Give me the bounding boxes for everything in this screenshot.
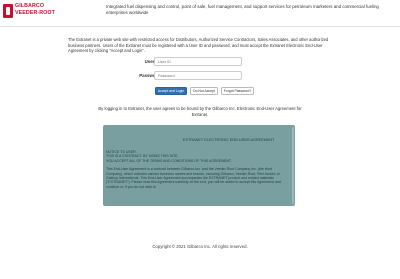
agreement-notice: By logging in to Extranet, the user agre… <box>98 106 302 117</box>
eula-paragraph: This End-User Agreement is a contract be… <box>106 167 281 189</box>
password-input[interactable] <box>154 71 242 80</box>
userid-label: User ID <box>144 59 160 64</box>
eula-notice: NOTICE TO USER: THIS IS A CONTRACT. BY U… <box>106 150 286 163</box>
logo-line-2: VEEDER-ROOT <box>15 9 55 16</box>
password-label: Password <box>139 73 160 78</box>
userid-row: User ID <box>0 57 400 67</box>
copyright-footer: Copyright © 2021 Gilbarco Inc. All right… <box>152 244 248 249</box>
logo-icon <box>3 4 13 18</box>
intro-text: The Extranet is a private web site with … <box>68 37 329 54</box>
do-not-accept-button[interactable]: Do Not Accept <box>190 87 218 95</box>
eula-textbox[interactable]: EXTRANET ELECTRONIC END-USER AGREEMENT N… <box>103 125 295 206</box>
eula-body: NOTICE TO USER: THIS IS A CONTRACT. BY U… <box>106 150 286 193</box>
eula-title: EXTRANET ELECTRONIC END-USER AGREEMENT <box>183 138 275 142</box>
gilbarco-logo[interactable]: GILBARCO VEEDER-ROOT <box>3 3 61 21</box>
eula-notice-line-1: NOTICE TO USER: <box>106 150 137 154</box>
eula-notice-line-3: YOU ACCEPT ALL OF THE TERMS AND CONDITIO… <box>106 158 232 163</box>
forgot-password-button[interactable]: Forgot Password? <box>221 87 254 95</box>
eula-notice-line-2: THIS IS A CONTRACT. BY USING THIS SITE, <box>106 154 179 159</box>
userid-input[interactable] <box>154 57 242 66</box>
accept-login-button[interactable]: Accept and Login <box>155 87 187 95</box>
header-description: Integrated fuel dispensing and control, … <box>106 4 379 15</box>
site-header: GILBARCO VEEDER-ROOT Integrated fuel dis… <box>0 0 400 27</box>
password-row: Password <box>0 71 400 81</box>
eula-scrollbar[interactable] <box>292 127 294 204</box>
